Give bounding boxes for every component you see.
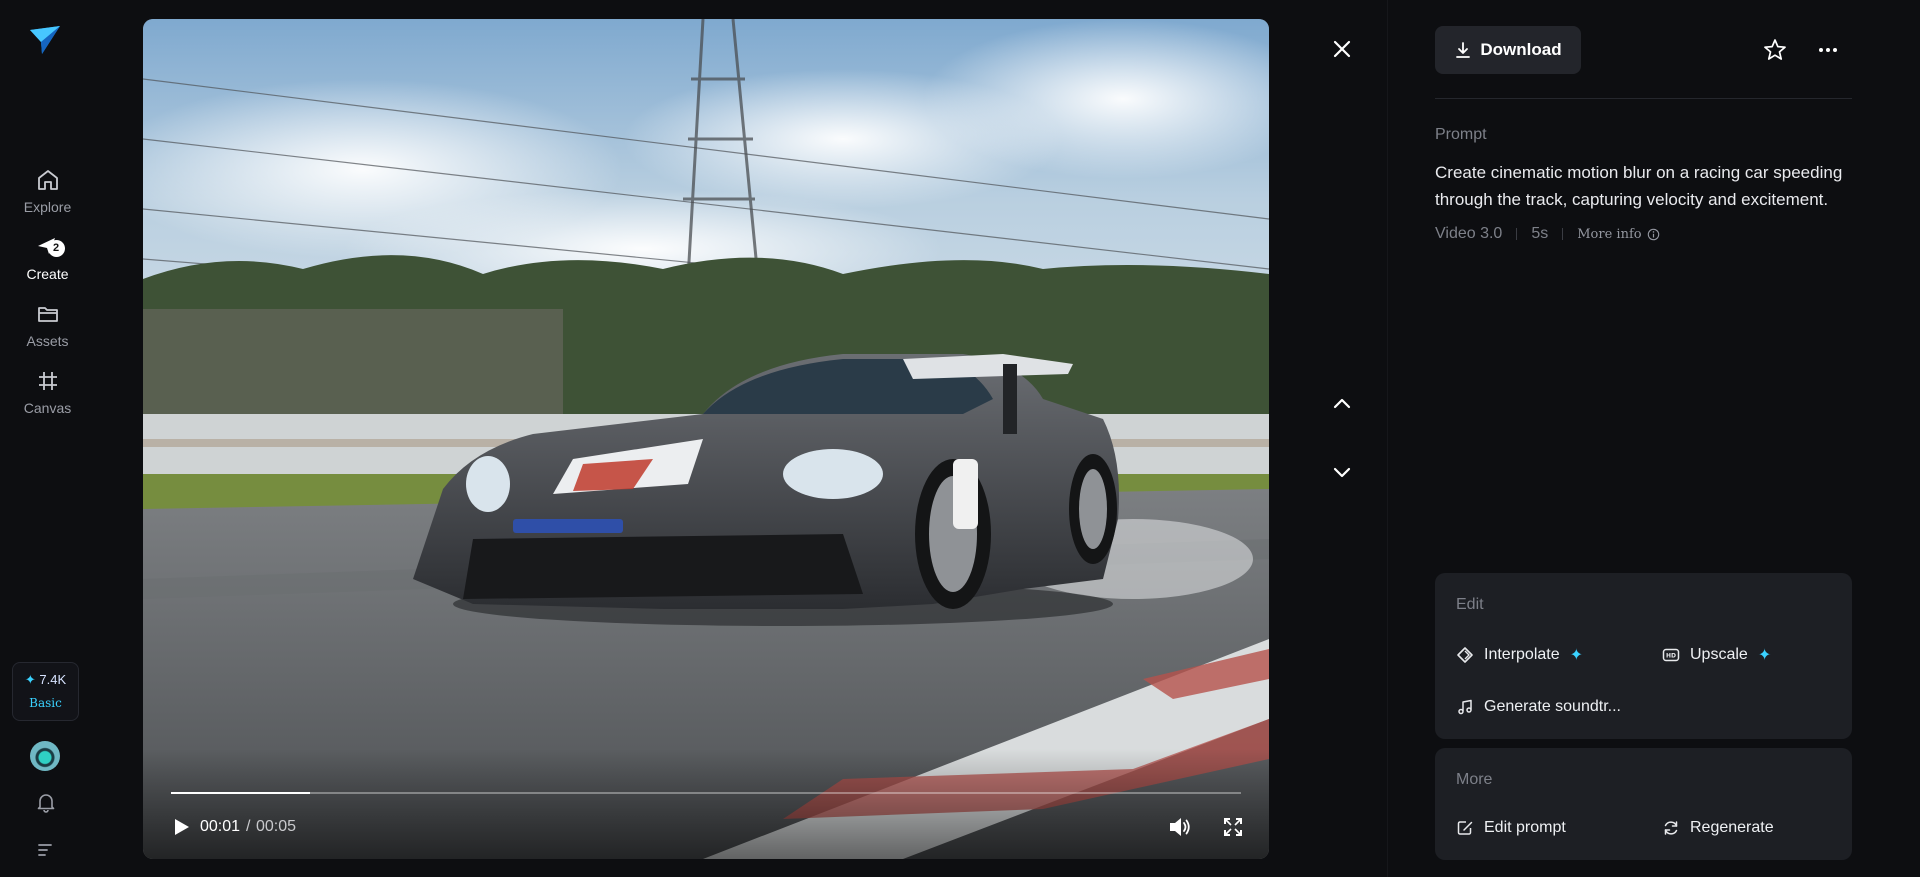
sidebar-item-label: Explore xyxy=(23,199,72,215)
close-icon[interactable] xyxy=(1330,37,1354,61)
video-player[interactable]: 00:01 / 00:05 xyxy=(143,19,1269,859)
avatar[interactable] xyxy=(30,741,60,771)
credits-badge[interactable]: ✦ 7.4K Basic xyxy=(12,662,79,721)
app-root: Explore 2 Create Assets Canvas ✦ 7.4K Ba… xyxy=(0,0,1920,877)
sparkle-icon: ✦ xyxy=(24,672,36,687)
hd-icon: HD xyxy=(1662,648,1680,662)
credits-amount-row: ✦ 7.4K xyxy=(13,672,78,688)
prompt-label: Prompt xyxy=(1435,126,1487,143)
fullscreen-icon[interactable] xyxy=(1222,816,1244,838)
prompt-text: Create cinematic motion blur on a racing… xyxy=(1435,163,1843,209)
sidebar-item-label: Assets xyxy=(26,333,69,349)
more-info-label: More info xyxy=(1577,226,1642,242)
download-label: Download xyxy=(1480,40,1562,59)
model-name: Video 3.0 xyxy=(1435,225,1503,242)
more-card: More Edit prompt Regenerate xyxy=(1435,748,1852,860)
logo-icon[interactable] xyxy=(28,24,62,58)
create-count-badge: 2 xyxy=(47,240,65,257)
generation-meta: Video 3.0 5s More info xyxy=(1435,223,1660,245)
upscale-label: Upscale xyxy=(1690,646,1748,663)
edit-title: Edit xyxy=(1456,596,1484,613)
sidebar-item-create[interactable]: 2 Create xyxy=(0,234,95,282)
edit-prompt-label: Edit prompt xyxy=(1484,819,1566,836)
svg-text:HD: HD xyxy=(1666,653,1676,660)
sidebar-item-explore[interactable]: Explore xyxy=(0,167,95,215)
home-icon xyxy=(37,170,58,190)
info-icon xyxy=(1647,228,1659,240)
frame-icon xyxy=(38,372,57,390)
sidebar: Explore 2 Create Assets Canvas ✦ 7.4K Ba… xyxy=(0,0,95,877)
upscale-button[interactable]: HD Upscale ✦ xyxy=(1662,645,1771,665)
meta-separator xyxy=(1516,228,1518,240)
plan-label: Basic xyxy=(29,696,62,710)
current-time: 00:01 xyxy=(200,818,241,835)
regenerate-icon xyxy=(1664,821,1678,835)
volume-icon[interactable] xyxy=(1167,814,1193,840)
sidebar-item-label: Create xyxy=(26,266,69,282)
sidebar-item-canvas[interactable]: Canvas xyxy=(0,368,95,416)
download-button[interactable]: Download xyxy=(1435,26,1581,74)
folder-icon xyxy=(37,307,58,322)
menu-icon[interactable] xyxy=(37,842,55,858)
sidebar-item-label: Canvas xyxy=(23,400,72,416)
premium-sparkle-icon: ✦ xyxy=(1569,647,1584,664)
star-icon[interactable] xyxy=(1762,37,1788,63)
regenerate-label: Regenerate xyxy=(1690,819,1774,836)
premium-sparkle-icon: ✦ xyxy=(1757,647,1772,664)
edit-card: Edit Interpolate ✦ HD Upscale ✦ Generate… xyxy=(1435,573,1852,739)
total-time: 00:05 xyxy=(256,818,297,835)
create-icon-wrap: 2 xyxy=(35,234,65,260)
more-title: More xyxy=(1456,771,1493,788)
more-options-icon[interactable] xyxy=(1815,37,1841,63)
panel-divider-h xyxy=(1435,98,1852,99)
progress-fill xyxy=(171,792,311,794)
interpolate-label: Interpolate xyxy=(1484,646,1560,663)
bell-icon[interactable] xyxy=(35,791,57,813)
chevron-up-icon[interactable] xyxy=(1330,392,1354,416)
more-info-link[interactable]: More info xyxy=(1577,227,1659,242)
time-separator: / xyxy=(246,818,251,835)
interpolate-icon xyxy=(1457,647,1473,663)
progress-bar[interactable] xyxy=(171,792,1241,794)
chevron-down-icon[interactable] xyxy=(1330,460,1354,484)
video-frame xyxy=(143,19,1269,859)
credits-amount: 7.4K xyxy=(39,672,67,687)
edit-icon xyxy=(1457,821,1473,835)
edit-prompt-button[interactable]: Edit prompt xyxy=(1456,819,1566,837)
generate-soundtrack-button[interactable]: Generate soundtr... xyxy=(1456,698,1621,716)
regenerate-button[interactable]: Regenerate xyxy=(1662,819,1774,837)
download-icon xyxy=(1456,42,1471,58)
play-icon[interactable] xyxy=(170,816,192,838)
generate-soundtrack-label: Generate soundtr... xyxy=(1484,698,1621,715)
player-controls xyxy=(143,749,1269,859)
meta-separator xyxy=(1562,228,1564,240)
sidebar-item-assets[interactable]: Assets xyxy=(0,301,95,349)
interpolate-button[interactable]: Interpolate ✦ xyxy=(1456,645,1583,665)
panel-divider xyxy=(1387,0,1388,877)
duration: 5s xyxy=(1531,225,1549,242)
music-note-icon xyxy=(1458,699,1472,715)
